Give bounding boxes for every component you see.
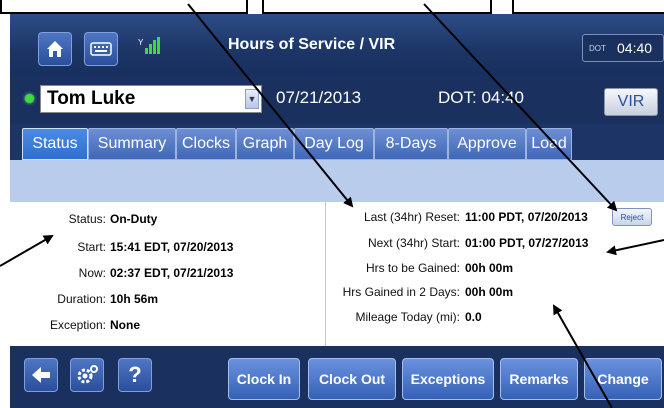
tab-status[interactable]: Status bbox=[22, 128, 88, 160]
annotation-box bbox=[512, 0, 664, 14]
dot-clock-time: 04:40 bbox=[617, 40, 653, 56]
tab-summary[interactable]: Summary bbox=[88, 128, 176, 160]
start-label: Start: bbox=[77, 240, 106, 254]
clock-out-button[interactable]: Clock Out bbox=[308, 358, 396, 400]
now-label: Now: bbox=[78, 266, 106, 280]
sub-header-band bbox=[10, 160, 664, 202]
exceptions-button[interactable]: Exceptions bbox=[402, 358, 494, 400]
home-button[interactable] bbox=[38, 32, 72, 66]
online-status-dot bbox=[25, 94, 34, 103]
mileage-value: 0.0 bbox=[465, 310, 482, 324]
settings-button[interactable] bbox=[70, 358, 104, 392]
last-reset-label: Last (34hr) Reset: bbox=[363, 210, 460, 224]
exception-label: Exception: bbox=[49, 318, 106, 332]
back-button[interactable] bbox=[24, 358, 58, 392]
driver-name: Tom Luke bbox=[47, 88, 136, 109]
hos-screenshot: Y Hours of Service / VIR DOT 04:40 Tom L… bbox=[0, 0, 664, 408]
tab-day-log[interactable]: Day Log bbox=[294, 128, 374, 160]
last-reset-value: 11:00 PDT, 07/20/2013 bbox=[465, 210, 588, 224]
panel-divider bbox=[325, 202, 326, 346]
tab-graph[interactable]: Graph bbox=[236, 128, 294, 160]
now-value: 02:37 EDT, 07/21/2013 bbox=[110, 266, 234, 280]
tab-clocks[interactable]: Clocks bbox=[176, 128, 236, 160]
reject-button[interactable]: Reject bbox=[612, 208, 652, 226]
status-label: Status: bbox=[68, 212, 106, 226]
tab-8-days[interactable]: 8-Days bbox=[374, 128, 448, 160]
remarks-button[interactable]: Remarks bbox=[500, 358, 578, 400]
keyboard-icon bbox=[90, 42, 112, 56]
annotation-box bbox=[0, 0, 248, 14]
status-value: On-Duty bbox=[110, 212, 158, 226]
gear-icon bbox=[77, 365, 98, 384]
hrs-gained-value: 00h 00m bbox=[465, 261, 514, 275]
arrow-left-icon bbox=[32, 367, 50, 383]
annotation-box bbox=[262, 0, 492, 14]
top-strip bbox=[0, 0, 664, 14]
tab-approve[interactable]: Approve bbox=[448, 128, 526, 160]
current-date: 07/21/2013 bbox=[276, 88, 362, 107]
duration-value: 10h 56m bbox=[110, 292, 159, 306]
chevron-down-icon[interactable]: ▼ bbox=[245, 89, 259, 109]
dot-clock-label: DOT bbox=[589, 44, 606, 53]
home-icon bbox=[47, 41, 63, 57]
start-value: 15:41 EDT, 07/20/2013 bbox=[110, 240, 234, 254]
dot-clock: DOT 04:40 bbox=[582, 34, 664, 62]
hrs-gained-label: Hrs to be Gained: bbox=[365, 261, 460, 275]
hrs-gained-2-days-value: 00h 00m bbox=[465, 285, 514, 299]
mileage-label: Mileage Today (mi): bbox=[355, 310, 460, 324]
exception-value: None bbox=[110, 318, 140, 332]
next-start-label: Next (34hr) Start: bbox=[367, 236, 460, 250]
clock-in-button[interactable]: Clock In bbox=[228, 358, 300, 400]
keyboard-button[interactable] bbox=[84, 32, 118, 66]
vir-button[interactable]: VIR bbox=[604, 88, 658, 116]
change-button[interactable]: Change bbox=[584, 358, 662, 400]
app-title: Hours of Service / VIR bbox=[228, 36, 396, 53]
next-start-value: 01:00 PDT, 07/27/2013 bbox=[465, 236, 589, 250]
help-button[interactable]: ? bbox=[118, 358, 152, 392]
dot-status: DOT: 04:40 bbox=[438, 88, 524, 107]
signal-icon: Y bbox=[138, 37, 160, 54]
svg-text:Y: Y bbox=[138, 38, 144, 47]
duration-label: Duration: bbox=[57, 292, 106, 306]
driver-select[interactable]: Tom Luke ▼ bbox=[40, 85, 262, 113]
hrs-gained-2-days-label: Hrs Gained in 2 Days: bbox=[342, 285, 460, 299]
tab-load[interactable]: Load bbox=[526, 128, 572, 160]
